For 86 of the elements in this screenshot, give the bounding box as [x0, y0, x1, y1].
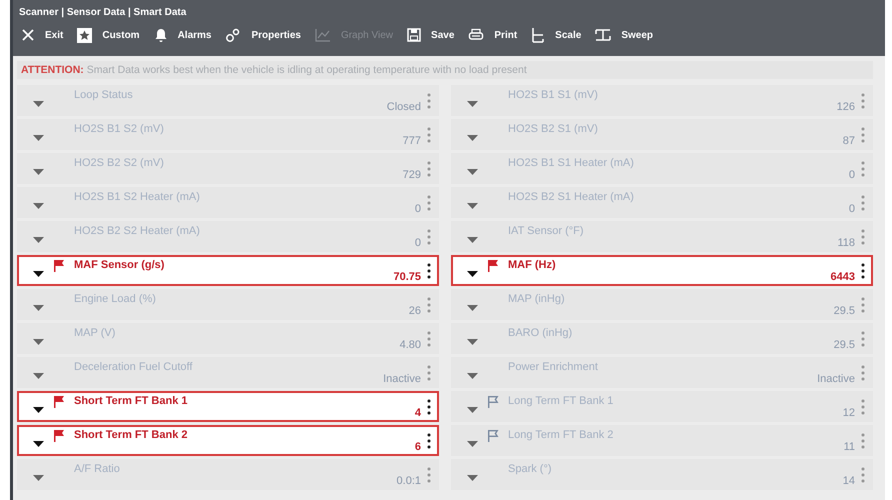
toolbar-button[interactable]: Custom	[71, 24, 146, 46]
sensor-name: MAF (Hz)	[508, 258, 556, 270]
sensor-name: Engine Load (%)	[74, 292, 156, 304]
sensor-value: 29.5	[834, 304, 855, 316]
sensor-value: 777	[402, 134, 421, 146]
sensor-name: HO2S B1 S1 Heater (mA)	[508, 156, 634, 168]
close-icon	[21, 28, 35, 42]
sensor-row[interactable]: Long Term FT Bank 2 11	[451, 425, 873, 456]
sensor-value: 12	[842, 406, 855, 418]
flag-icon[interactable]	[487, 259, 499, 272]
graph-icon	[314, 28, 331, 42]
sensor-value: 0	[848, 202, 855, 214]
sensor-row[interactable]: MAF Sensor (g/s) 70.75	[17, 255, 439, 286]
scale-icon	[531, 27, 546, 43]
more-options-icon[interactable]	[861, 262, 865, 280]
printer-icon	[468, 28, 484, 42]
sensor-name: HO2S B2 S2 Heater (mA)	[74, 224, 200, 236]
sensor-value: 0	[414, 202, 421, 214]
caret-icon[interactable]	[33, 406, 44, 412]
sensor-value: 4.80	[400, 338, 421, 350]
toolbar-button[interactable]: Alarms	[148, 24, 218, 46]
flag-icon[interactable]	[53, 259, 65, 272]
toolbar-button[interactable]: Save	[401, 25, 460, 45]
sensor-value: 70.75	[393, 270, 421, 282]
sensor-name: Power Enrichment	[508, 360, 598, 372]
sensor-name: Long Term FT Bank 1	[508, 394, 614, 406]
sensor-name: Spark (°)	[508, 462, 552, 474]
sensor-value: 729	[402, 168, 421, 180]
sensor-row[interactable]: MAF (Hz) 6443	[451, 255, 873, 286]
sensor-value: 118	[837, 236, 855, 248]
flag-icon[interactable]	[53, 429, 65, 442]
sensor-row[interactable]: Long Term FT Bank 1 12	[451, 391, 873, 422]
flag-icon[interactable]	[53, 395, 65, 408]
toolbar-button[interactable]: Scale	[525, 24, 588, 46]
sensor-name: HO2S B1 S2 (mV)	[74, 122, 164, 134]
sensor-name: MAP (V)	[74, 326, 116, 338]
sensor-name: BARO (inHg)	[508, 326, 572, 338]
sensor-value: 0.0:1	[396, 474, 421, 486]
sensor-value: Inactive	[817, 372, 855, 384]
sensor-name: IAT Sensor (°F)	[508, 224, 584, 236]
sensor-name: Long Term FT Bank 2	[508, 428, 614, 440]
sensor-name: HO2S B2 S2 (mV)	[74, 156, 164, 168]
toolbar-button[interactable]: Exit	[15, 25, 70, 45]
sensor-value: 6	[414, 440, 421, 452]
flag-icon[interactable]	[487, 395, 499, 408]
sensor-value: 29.5	[834, 338, 855, 350]
caret-icon[interactable]	[33, 440, 44, 446]
sensor-row[interactable]: Short Term FT Bank 2 6	[17, 425, 439, 456]
attention-message: ATTENTION: Smart Data works best when the vehicle is idling at operating temperature with no load present	[17, 61, 873, 79]
sensor-value: Closed	[386, 100, 421, 112]
sweep-icon	[595, 28, 612, 42]
flag-icon[interactable]	[487, 429, 499, 442]
sensor-value: 11	[844, 440, 855, 452]
sensor-name: Short Term FT Bank 1	[74, 394, 188, 406]
sensor-name: HO2S B1 S1 (mV)	[508, 88, 598, 100]
sensor-value: 0	[848, 168, 855, 180]
sensor-value: 6443	[830, 270, 855, 282]
caret-icon[interactable]	[33, 270, 44, 276]
star-icon	[77, 28, 92, 42]
toolbar-button[interactable]: Sweep	[589, 25, 659, 45]
toolbar-button[interactable]: Print	[462, 25, 524, 45]
sensor-value: 4	[414, 406, 421, 418]
gears-icon	[225, 27, 242, 43]
window-title: Scanner | Sensor Data | Smart Data	[19, 7, 186, 18]
sensor-name: Deceleration Fuel Cutoff	[74, 360, 192, 372]
sensor-name: A/F Ratio	[74, 462, 120, 474]
sensor-value: 0	[414, 236, 421, 248]
sensor-value: 14	[842, 474, 855, 486]
more-options-icon[interactable]	[427, 398, 431, 416]
caret-icon[interactable]	[467, 270, 478, 276]
sensor-value: 87	[842, 134, 855, 146]
sensor-value: 126	[836, 100, 855, 112]
sensor-name: HO2S B2 S1 (mV)	[508, 122, 598, 134]
sensor-value: 26	[408, 304, 421, 316]
sensor-name: MAF Sensor (g/s)	[74, 258, 164, 270]
sensor-name: HO2S B2 S1 Heater (mA)	[508, 190, 634, 202]
sensor-name: HO2S B1 S2 Heater (mA)	[74, 190, 200, 202]
more-options-icon[interactable]	[427, 432, 431, 450]
sensor-name: Loop Status	[74, 88, 133, 100]
bell-icon	[154, 28, 168, 42]
toolbar-button[interactable]: Properties	[219, 24, 307, 46]
sensor-name: Short Term FT Bank 2	[74, 428, 188, 440]
sensor-name: MAP (inHg)	[508, 292, 565, 304]
more-options-icon[interactable]	[427, 262, 431, 280]
sensor-row[interactable]: Short Term FT Bank 1 4	[17, 391, 439, 422]
sensor-value: Inactive	[383, 372, 421, 384]
